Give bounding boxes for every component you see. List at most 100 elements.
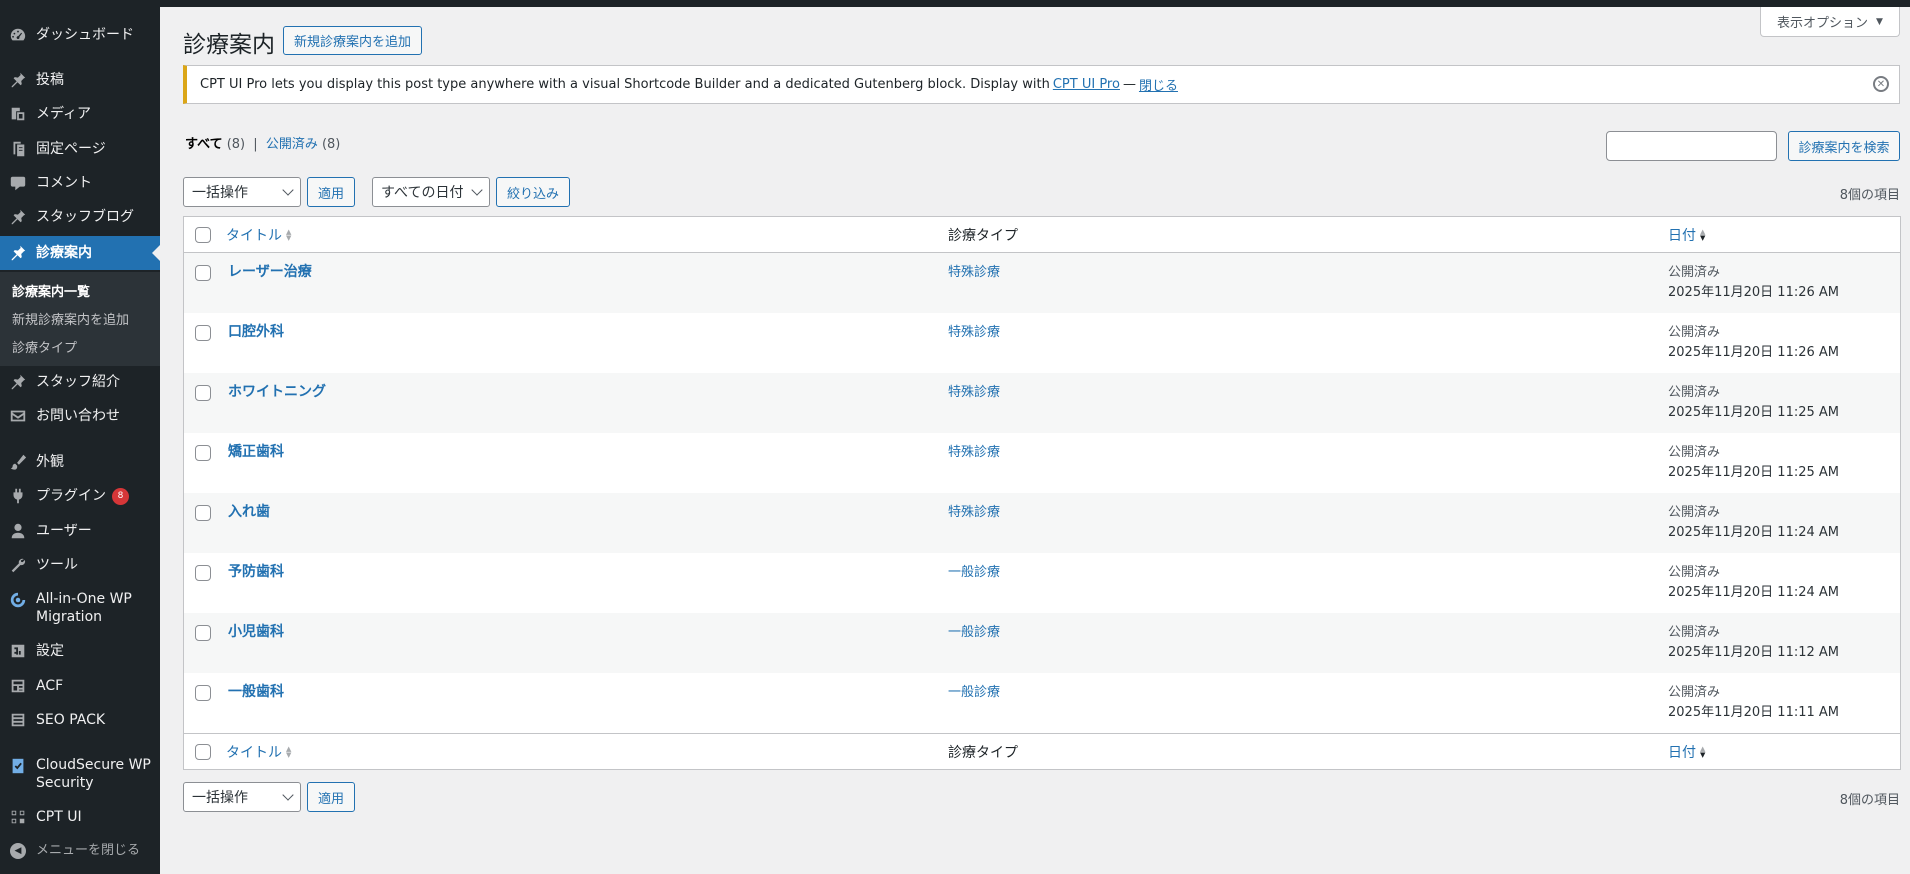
sidebar-item-label: ユーザー — [36, 523, 92, 539]
post-date: 2025年11月20日 11:25 AM — [1668, 465, 1840, 480]
bulk-action-select-bottom[interactable]: 一括操作 — [183, 782, 301, 812]
post-title-link[interactable]: 入れ歯 — [228, 501, 270, 521]
settings-icon — [0, 642, 36, 660]
add-new-button[interactable]: 新規診療案内を追加 — [283, 26, 422, 55]
column-date-footer[interactable]: 日付 ▲ ▼ — [1668, 742, 1705, 762]
treatment-type-link[interactable]: 一般診療 — [948, 621, 1000, 640]
treatment-type-link[interactable]: 特殊診療 — [948, 501, 1000, 520]
search-button[interactable]: 診療案内を検索 — [1788, 131, 1900, 161]
notice-cpt-ui-pro-link[interactable]: CPT UI Pro — [1053, 77, 1120, 92]
table-row: 小児歯科 一般診療 公開済み 2025年11月20日 11:12 AM — [184, 613, 1900, 673]
table-row: 一般歯科 一般診療 公開済み 2025年11月20日 11:11 AM — [184, 673, 1900, 733]
sidebar-item-acf[interactable]: ACF — [0, 673, 160, 699]
column-date-header[interactable]: 日付 ▲ ▼ — [1668, 225, 1705, 245]
post-title-link[interactable]: 一般歯科 — [228, 681, 284, 701]
sidebar-item-contact[interactable]: お問い合わせ — [0, 403, 160, 429]
sidebar-item-dashboard[interactable]: ダッシュボード — [0, 22, 160, 48]
post-title-link[interactable]: 口腔外科 — [228, 321, 284, 341]
row-checkbox[interactable] — [195, 625, 211, 641]
sidebar-item-settings[interactable]: 設定 — [0, 638, 160, 664]
row-checkbox[interactable] — [195, 445, 211, 461]
column-title-label: タイトル — [226, 745, 282, 761]
apply-button[interactable]: 適用 — [307, 177, 355, 207]
notice-close-link[interactable]: 閉じる — [1139, 75, 1178, 94]
filter-published-link[interactable]: 公開済み — [266, 137, 318, 152]
sidebar-item-migration[interactable]: All-in-One WP Migration — [0, 590, 160, 628]
sidebar-item-label: ダッシュボード — [36, 27, 134, 43]
screen-options-button[interactable]: 表示オプション ▼ — [1760, 7, 1900, 37]
screen-options-label: 表示オプション — [1777, 16, 1869, 31]
sidebar-item-tools[interactable]: ツール — [0, 552, 160, 578]
treatment-type-link[interactable]: 一般診療 — [948, 561, 1000, 580]
column-title-footer[interactable]: タイトル ▲ ▼ — [226, 742, 291, 762]
filter-all-link[interactable]: すべて — [185, 137, 223, 152]
post-date: 2025年11月20日 11:25 AM — [1668, 405, 1840, 420]
post-title-link[interactable]: ホワイトニング — [228, 381, 326, 401]
sidebar-item-cloudsecure[interactable]: CloudSecure WP Security — [0, 756, 160, 794]
list-icon — [0, 711, 36, 729]
post-status: 公開済み — [1668, 565, 1721, 580]
row-checkbox[interactable] — [195, 505, 211, 521]
post-title-link[interactable]: 矯正歯科 — [228, 441, 284, 461]
column-title-label: タイトル — [226, 228, 282, 244]
sidebar-item-treatment[interactable]: 診療案内 — [0, 236, 160, 270]
sort-icon: ▲ ▼ — [286, 745, 292, 759]
admin-sidebar: ダッシュボード 投稿 メディア 固定ページ コメント スタッフブログ 診療案内 … — [0, 0, 160, 874]
sidebar-item-label: ツール — [36, 557, 78, 573]
sidebar-item-staff-blog[interactable]: スタッフブログ — [0, 204, 160, 230]
post-title-link[interactable]: 予防歯科 — [228, 561, 284, 581]
bulk-action-value: 一括操作 — [192, 790, 248, 806]
sidebar-item-label: お問い合わせ — [36, 408, 120, 424]
post-status: 公開済み — [1668, 625, 1721, 640]
select-all-checkbox[interactable] — [195, 227, 211, 243]
search-input[interactable] — [1606, 131, 1777, 161]
sidebar-item-pages[interactable]: 固定ページ — [0, 136, 160, 162]
row-checkbox[interactable] — [195, 685, 211, 701]
sidebar-item-posts[interactable]: 投稿 — [0, 67, 160, 93]
post-status: 公開済み — [1668, 685, 1721, 700]
row-checkbox[interactable] — [195, 325, 211, 341]
select-all-checkbox[interactable] — [195, 744, 211, 760]
submenu-item-list[interactable]: 診療案内一覧 — [12, 281, 90, 300]
filter-button[interactable]: 絞り込み — [496, 177, 570, 207]
treatment-type-link[interactable]: 特殊診療 — [948, 321, 1000, 340]
sidebar-item-label: All-in-One WP Migration — [36, 591, 132, 625]
sidebar-item-cpt-ui[interactable]: CPT UI — [0, 804, 160, 830]
sidebar-item-plugins[interactable]: プラグイン 8 — [0, 483, 160, 509]
treatment-type-link[interactable]: 特殊診療 — [948, 261, 1000, 280]
treatment-type-link[interactable]: 特殊診療 — [948, 441, 1000, 460]
submenu-item-add-new[interactable]: 新規診療案内を追加 — [12, 309, 129, 328]
dismiss-icon[interactable]: ✕ — [1873, 76, 1889, 92]
sidebar-item-media[interactable]: メディア — [0, 101, 160, 127]
column-type-footer: 診療タイプ — [948, 745, 1018, 761]
treatment-type-link[interactable]: 一般診療 — [948, 681, 1000, 700]
row-checkbox[interactable] — [195, 265, 211, 281]
treatment-type-link[interactable]: 特殊診療 — [948, 381, 1000, 400]
sidebar-item-appearance[interactable]: 外観 — [0, 449, 160, 475]
sidebar-submenu: 診療案内一覧 新規診療案内を追加 診療タイプ — [0, 272, 160, 366]
sidebar-item-comments[interactable]: コメント — [0, 170, 160, 196]
row-checkbox[interactable] — [195, 385, 211, 401]
sidebar-item-staff[interactable]: スタッフ紹介 — [0, 369, 160, 395]
collapse-menu-button[interactable]: ◀ メニューを閉じる — [0, 840, 160, 862]
cpt-ui-notice: CPT UI Pro lets you display this post ty… — [183, 65, 1900, 104]
sidebar-item-label: スタッフブログ — [36, 209, 134, 225]
row-checkbox[interactable] — [195, 565, 211, 581]
table-header: タイトル ▲ ▼ 診療タイプ 日付 ▲ ▼ — [184, 217, 1900, 253]
bulk-action-select[interactable]: 一括操作 — [183, 177, 301, 207]
post-status: 公開済み — [1668, 265, 1721, 280]
sidebar-item-seo-pack[interactable]: SEO PACK — [0, 707, 160, 733]
submenu-item-treatment-type[interactable]: 診療タイプ — [12, 337, 77, 356]
sort-desc-icon: ▲ ▼ — [1700, 228, 1706, 242]
date-filter-select[interactable]: すべての日付 — [372, 177, 490, 207]
column-title-header[interactable]: タイトル ▲ ▼ — [226, 225, 291, 245]
apply-button-bottom[interactable]: 適用 — [307, 782, 355, 812]
post-title-link[interactable]: レーザー治療 — [228, 261, 312, 281]
post-title-link[interactable]: 小児歯科 — [228, 621, 284, 641]
sidebar-item-label: 投稿 — [36, 72, 64, 88]
filter-separator: | — [253, 137, 258, 152]
post-date: 2025年11月20日 11:24 AM — [1668, 525, 1840, 540]
status-filter-links: すべて (8) | 公開済み (8) — [185, 133, 340, 152]
page-icon — [0, 140, 36, 158]
sidebar-item-users[interactable]: ユーザー — [0, 518, 160, 544]
